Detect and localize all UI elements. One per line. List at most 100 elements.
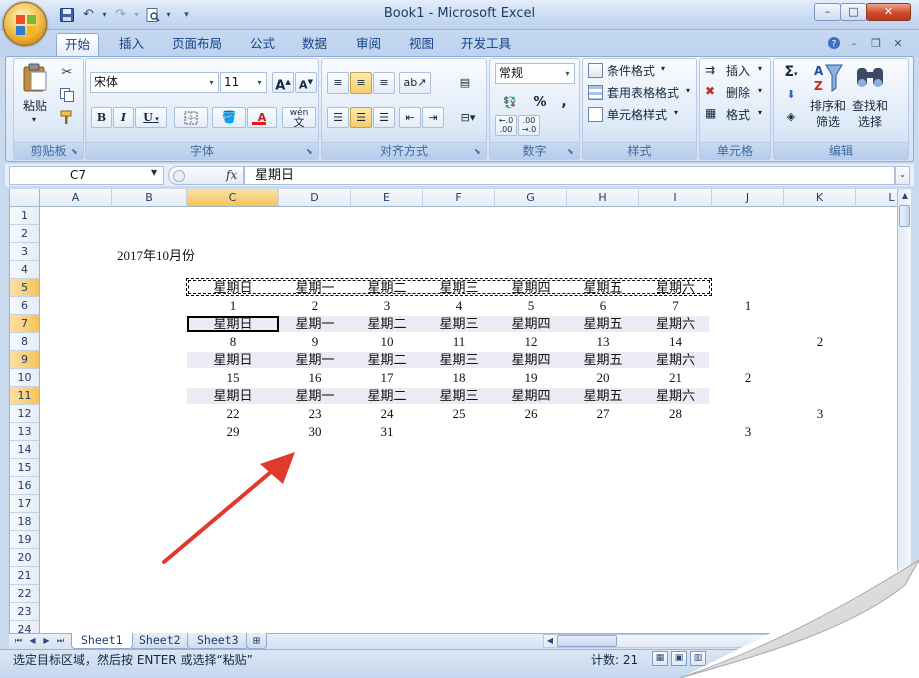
insert-sheet-button[interactable]: ⊞ [246, 633, 267, 649]
dialog-launcher-icon[interactable]: ⬊ [71, 147, 81, 157]
row-header-24[interactable]: 24 [10, 621, 40, 633]
help-icon[interactable]: ? [826, 36, 842, 52]
chevron-down-icon[interactable]: ▾ [254, 74, 265, 91]
weekday-cell[interactable]: 星期六 [639, 280, 712, 298]
date-cell[interactable]: 18 [423, 370, 495, 388]
orientation-button[interactable]: ab↗ [399, 72, 431, 94]
italic-button[interactable]: I [113, 107, 134, 128]
grow-font-button[interactable]: A▲ [272, 72, 294, 93]
insert-function-button[interactable]: fx [226, 166, 237, 185]
column-header-l[interactable]: L [856, 189, 897, 207]
weekday-cell[interactable]: 星期二 [351, 316, 423, 334]
merge-center-button[interactable]: ⊟▾ [453, 107, 483, 128]
column-header-k[interactable]: K [784, 189, 856, 207]
first-sheet-icon[interactable]: ⏮ [13, 635, 24, 647]
date-cell[interactable]: 4 [423, 298, 495, 316]
maximize-button[interactable]: □ [840, 3, 867, 21]
bold-button[interactable]: B [91, 107, 112, 128]
date-cell[interactable]: 29 [187, 424, 279, 442]
column-header-c[interactable]: C [187, 189, 279, 207]
chevron-down-icon[interactable]: ▾ [562, 65, 573, 82]
weekday-cell[interactable]: 星期日 [187, 388, 279, 406]
weekday-cell[interactable]: 星期五 [567, 316, 639, 334]
autosum-button[interactable]: Σ▾ [778, 62, 804, 81]
column-header-g[interactable]: G [495, 189, 567, 207]
decrease-indent-button[interactable]: ⇤ [399, 107, 421, 128]
cell-j13[interactable]: 3 [712, 424, 784, 440]
format-cells-button[interactable]: ▦ 格式 ▾ [705, 106, 769, 125]
date-cell[interactable]: 21 [639, 370, 712, 388]
date-cell[interactable]: 23 [279, 406, 351, 424]
row-header-23[interactable]: 23 [10, 603, 40, 621]
copy-button[interactable] [56, 84, 78, 104]
delete-cells-button[interactable]: ✖ 删除 ▾ [705, 84, 769, 103]
name-box[interactable]: C7 [9, 166, 164, 185]
date-cell[interactable]: 17 [351, 370, 423, 388]
page-layout-view-button[interactable]: ▣ [671, 651, 687, 666]
hscroll-thumb[interactable] [557, 635, 617, 647]
format-as-table-button[interactable]: 套用表格格式 ▾ [588, 84, 694, 103]
weekday-cell[interactable]: 星期三 [423, 388, 495, 406]
weekday-cell[interactable]: 星期五 [567, 352, 639, 370]
tab-developer[interactable]: 开发工具 [453, 33, 519, 56]
next-sheet-icon[interactable]: ▶ [41, 635, 52, 647]
row-header-7[interactable]: 7 [10, 315, 40, 333]
page-break-view-button[interactable]: ▥ [690, 651, 706, 666]
row-header-15[interactable]: 15 [10, 459, 40, 477]
scroll-left-icon[interactable]: ◀ [544, 635, 556, 647]
weekday-cell[interactable]: 星期六 [639, 316, 712, 334]
row-header-22[interactable]: 22 [10, 585, 40, 603]
row-header-5[interactable]: 5 [10, 279, 40, 297]
column-header-j[interactable]: J [712, 189, 784, 207]
sheet-tab-1[interactable]: Sheet1 [71, 633, 133, 649]
date-cell[interactable]: 26 [495, 406, 567, 424]
comma-button[interactable]: , [553, 92, 575, 112]
sheet-title-cell[interactable]: 2017年10月份 [117, 245, 195, 264]
ribbon-minimize-icon[interactable]: – [846, 36, 862, 52]
weekday-cell[interactable]: 星期五 [567, 388, 639, 406]
font-name-combo[interactable]: 宋体 ▾ [90, 72, 219, 93]
row-header-17[interactable]: 17 [10, 495, 40, 513]
date-cell[interactable]: 12 [495, 334, 567, 352]
weekday-cell[interactable]: 星期五 [567, 280, 639, 298]
column-header-b[interactable]: B [112, 189, 187, 207]
increase-indent-button[interactable]: ⇥ [422, 107, 444, 128]
number-format-combo[interactable]: 常规 ▾ [495, 63, 575, 84]
weekday-cell[interactable]: 星期四 [495, 352, 567, 370]
formula-input[interactable]: 星期日 [244, 166, 895, 185]
percent-button[interactable]: % [529, 92, 551, 112]
chevron-down-icon[interactable]: ▾ [206, 74, 217, 91]
align-center-button[interactable]: ☰ [350, 107, 372, 128]
column-header-a[interactable]: A [40, 189, 112, 207]
cut-button[interactable]: ✂ [56, 62, 78, 82]
date-cell[interactable]: 31 [351, 424, 423, 442]
sort-filter-button[interactable]: A Z 排序和 筛选 [808, 62, 848, 134]
row-header-12[interactable]: 12 [10, 405, 40, 423]
weekday-cell[interactable]: 星期四 [495, 280, 567, 298]
weekday-cell[interactable]: 星期六 [639, 388, 712, 406]
tab-page-layout[interactable]: 页面布局 [164, 33, 230, 56]
prev-sheet-icon[interactable]: ◀ [27, 635, 38, 647]
row-header-2[interactable]: 2 [10, 225, 40, 243]
row-header-4[interactable]: 4 [10, 261, 40, 279]
date-cell[interactable]: 9 [279, 334, 351, 352]
fill-color-button[interactable]: 🪣 [212, 107, 246, 128]
weekday-cell[interactable]: 星期二 [351, 280, 423, 298]
tab-review[interactable]: 审阅 [348, 33, 389, 56]
row-header-9[interactable]: 9 [10, 351, 40, 369]
date-cell[interactable]: 5 [495, 298, 567, 316]
phonetic-button[interactable]: wén 文 [282, 107, 316, 128]
row-header-16[interactable]: 16 [10, 477, 40, 495]
fill-button[interactable]: ⬇ [778, 84, 804, 103]
weekday-cell[interactable]: 星期一 [279, 316, 351, 334]
row-header-11[interactable]: 11 [10, 387, 40, 405]
office-button[interactable] [3, 2, 47, 46]
cell-k8[interactable]: 2 [784, 334, 856, 350]
weekday-cell[interactable]: 星期三 [423, 352, 495, 370]
date-cell[interactable]: 25 [423, 406, 495, 424]
column-header-d[interactable]: D [279, 189, 351, 207]
date-cell[interactable]: 2 [279, 298, 351, 316]
row-header-3[interactable]: 3 [10, 243, 40, 261]
column-header-e[interactable]: E [351, 189, 423, 207]
tab-insert[interactable]: 插入 [111, 33, 152, 56]
